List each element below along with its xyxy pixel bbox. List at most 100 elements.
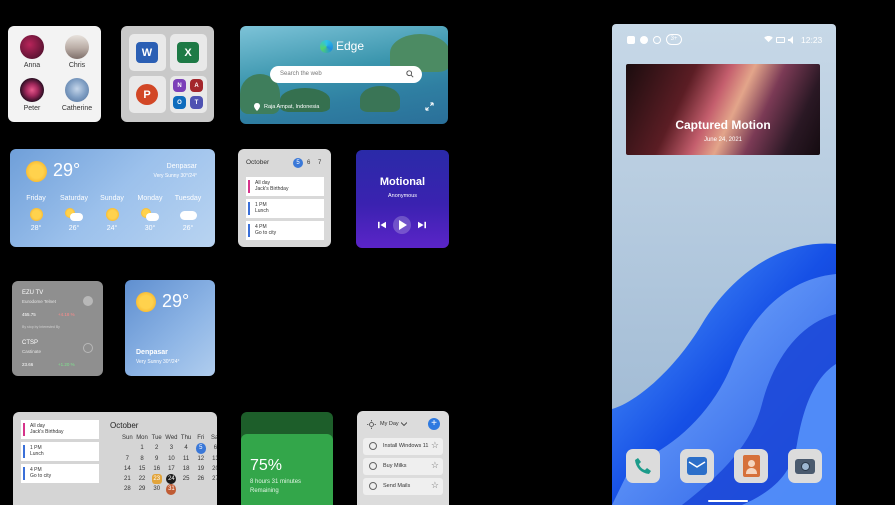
event-title: Jack's Birthday: [30, 429, 64, 435]
calendar-day[interactable]: 22: [135, 474, 150, 484]
calendar-day[interactable]: 31: [166, 484, 177, 495]
calendar-day[interactable]: 12: [193, 454, 208, 464]
avatar: [65, 35, 89, 59]
access-icon[interactable]: A: [190, 79, 203, 92]
powerpoint-icon: P: [136, 84, 158, 105]
add-watchlist-icon[interactable]: [83, 343, 93, 353]
calendar-day[interactable]: 14: [120, 464, 135, 474]
calendar-widget[interactable]: October 5 6 7 All day Jack's Birthday 1 …: [238, 149, 331, 247]
star-icon[interactable]: ☆: [431, 480, 439, 491]
calendar-day[interactable]: 21: [120, 474, 135, 484]
calendar-day[interactable]: 23: [151, 474, 162, 485]
edge-location: Raja Ampat, Indonesia: [264, 104, 320, 110]
calendar-day[interactable]: 28: [120, 484, 135, 494]
camera-icon: [795, 459, 815, 474]
play-icon: [399, 220, 407, 230]
dock-contacts-app[interactable]: [734, 449, 768, 483]
calendar-day[interactable]: 20: [208, 464, 217, 474]
condition: Very Sunny 30°/24°: [153, 173, 197, 179]
home-indicator[interactable]: [708, 500, 748, 502]
contact-catherine[interactable]: Catherine: [54, 78, 100, 112]
todo-task[interactable]: Install Windows 11 ☆: [363, 438, 443, 455]
weather-widget[interactable]: 29° Denpasar Very Sunny 30°/24° Friday 2…: [10, 149, 215, 247]
edge-widget[interactable]: Edge Search the web Raja Ampat, Indonesi…: [240, 26, 448, 124]
calendar-day[interactable]: 13: [208, 454, 217, 464]
calendar-day[interactable]: 25: [179, 474, 194, 484]
dock-phone-app[interactable]: [626, 449, 660, 483]
calendar-day[interactable]: 19: [193, 464, 208, 474]
calendar-month-widget[interactable]: All day Jack's Birthday 1 PM Lunch 4 PM …: [13, 412, 217, 505]
previous-icon[interactable]: [378, 221, 386, 229]
calendar-event[interactable]: 4 PM Go to city: [246, 221, 324, 240]
chevron-down-icon[interactable]: [401, 422, 407, 427]
dock-mail-app[interactable]: [680, 449, 714, 483]
play-button[interactable]: [393, 216, 411, 234]
calendar-day-selected[interactable]: 5: [293, 158, 303, 168]
calendar-day[interactable]: 2: [149, 443, 164, 453]
wallpaper-card[interactable]: Captured Motion June 24, 2021: [626, 64, 820, 155]
calendar-day[interactable]: 15: [135, 464, 150, 474]
todo-list-title[interactable]: My Day: [380, 421, 399, 427]
calendar-day[interactable]: 17: [164, 464, 179, 474]
calendar-day[interactable]: 6: [307, 160, 310, 166]
weekday-label: Wed: [165, 435, 178, 441]
sun-icon: [26, 161, 47, 182]
calendar-day[interactable]: 24: [166, 474, 177, 485]
teams-icon[interactable]: T: [190, 96, 203, 109]
expand-icon[interactable]: [425, 102, 434, 111]
calendar-event[interactable]: 1 PM Lunch: [21, 442, 99, 461]
task-checkbox[interactable]: [369, 482, 377, 490]
edge-search-input[interactable]: Search the web: [270, 66, 422, 83]
onenote-icon[interactable]: N: [173, 79, 186, 92]
music-widget[interactable]: Motional Anonymous: [356, 150, 449, 248]
event-color-bar: [23, 445, 25, 458]
calendar-day[interactable]: 9: [149, 454, 164, 464]
contact-chris[interactable]: Chris: [54, 35, 100, 69]
excel-tile[interactable]: X: [170, 34, 207, 71]
weather-small-widget[interactable]: 29° Denpasar Very Sunny 30°/24°: [125, 280, 215, 376]
word-tile[interactable]: W: [129, 34, 166, 71]
calendar-day[interactable]: 11: [179, 454, 194, 464]
add-task-button[interactable]: +: [428, 418, 440, 430]
todo-widget[interactable]: My Day + Install Windows 11 ☆ Buy Milks …: [357, 411, 449, 505]
calendar-day[interactable]: 1: [135, 443, 150, 453]
task-checkbox[interactable]: [369, 442, 377, 450]
calendar-event[interactable]: All day Jack's Birthday: [246, 177, 324, 196]
phone-screen: 3+ 12:23 Captured Motion June 24, 2021: [612, 24, 836, 505]
calendar-day[interactable]: 18: [179, 464, 194, 474]
contact-anna[interactable]: Anna: [9, 35, 55, 69]
calendar-day[interactable]: 30: [149, 484, 164, 494]
calendar-day[interactable]: 6: [208, 443, 217, 453]
calendar-event[interactable]: 4 PM Go to city: [21, 464, 99, 483]
stocks-widget[interactable]: EZU TV Eurodome Telnet 455.75 +4.18 % By…: [12, 281, 103, 376]
calendar-event[interactable]: All day Jack's Birthday: [21, 420, 99, 439]
star-icon[interactable]: ☆: [431, 440, 439, 451]
next-icon[interactable]: [418, 221, 426, 229]
star-icon[interactable]: ☆: [431, 460, 439, 471]
calendar-day[interactable]: 26: [193, 474, 208, 484]
task-checkbox[interactable]: [369, 462, 377, 470]
calendar-day[interactable]: 5: [195, 443, 206, 454]
stock-price: 23.66: [22, 362, 34, 367]
calendar-day[interactable]: 10: [164, 454, 179, 464]
stock-change: +4.18 %: [58, 312, 75, 317]
calendar-day[interactable]: 16: [149, 464, 164, 474]
calendar-day[interactable]: 4: [179, 443, 194, 453]
todo-task[interactable]: Send Mails ☆: [363, 478, 443, 495]
todo-task[interactable]: Buy Milks ☆: [363, 458, 443, 475]
dock-camera-app[interactable]: [788, 449, 822, 483]
calendar-day[interactable]: 8: [135, 454, 150, 464]
calendar-day[interactable]: 3: [164, 443, 179, 453]
contact-peter[interactable]: Peter: [9, 78, 55, 112]
outlook-icon[interactable]: O: [173, 96, 186, 109]
calendar-day[interactable]: 29: [135, 484, 150, 494]
day-label: Monday: [137, 195, 163, 202]
event-color-bar: [23, 467, 25, 480]
add-watchlist-icon[interactable]: [83, 296, 93, 306]
powerpoint-tile[interactable]: P: [129, 76, 166, 113]
city-name: Denpasar: [166, 163, 197, 170]
calendar-event[interactable]: 1 PM Lunch: [246, 199, 324, 218]
calendar-day[interactable]: 7: [318, 160, 321, 166]
calendar-day[interactable]: 7: [120, 454, 135, 464]
calendar-day[interactable]: 27: [208, 474, 217, 484]
